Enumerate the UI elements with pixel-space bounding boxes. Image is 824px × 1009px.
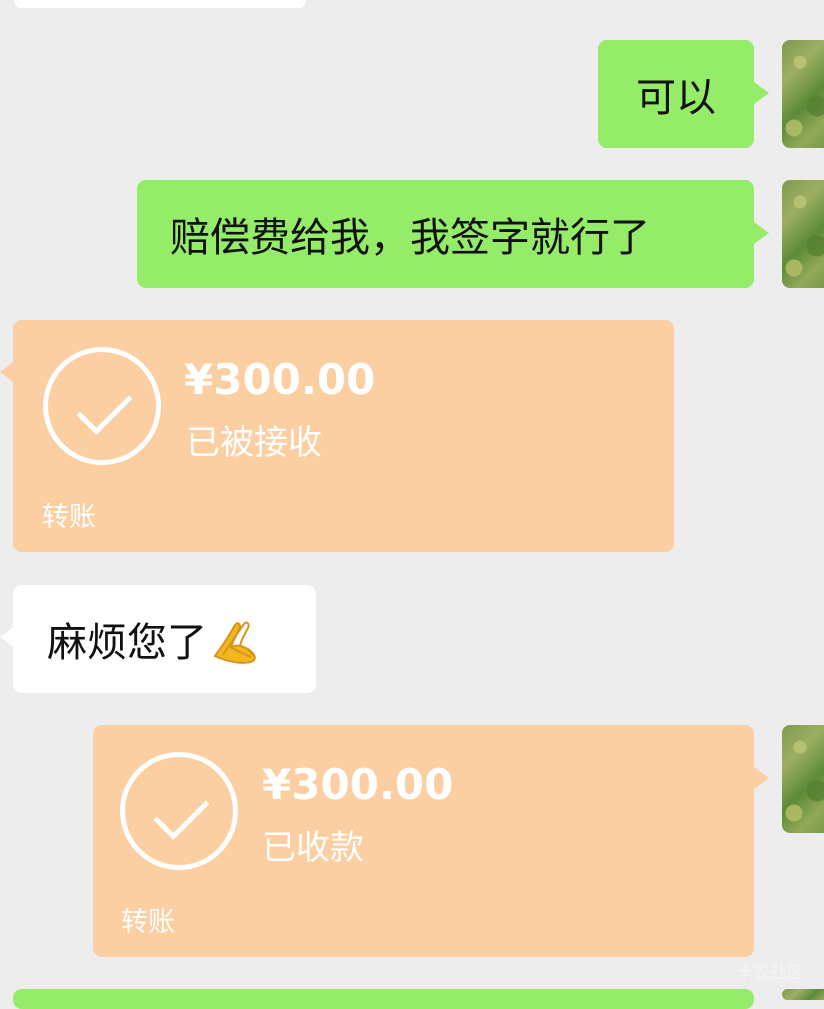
partial-message-bubble[interactable] [14, 0, 306, 8]
message-text: 麻烦您了 [47, 620, 207, 666]
partial-message-bubble[interactable] [13, 989, 754, 1009]
received-message-bubble[interactable]: 麻烦您了 [13, 585, 316, 693]
transfer-bubble[interactable]: ¥300.00 已被接收 转账 [13, 320, 674, 552]
sent-message-bubble[interactable]: 可以 [598, 40, 754, 148]
transfer-label: 转账 [42, 502, 96, 533]
transfer-check-icon [43, 347, 161, 465]
transfer-status: 已被接收 [186, 423, 322, 463]
avatar[interactable] [782, 989, 824, 1000]
avatar[interactable] [782, 725, 824, 833]
avatar[interactable] [782, 180, 824, 288]
transfer-amount: ¥300.00 [262, 760, 454, 809]
transfer-bubble[interactable]: ¥300.00 已收款 转账 [93, 725, 754, 957]
bubble-tail [754, 767, 769, 789]
avatar[interactable] [782, 40, 824, 148]
bubble-tail [754, 82, 769, 104]
watermark: 卡农社区 [736, 963, 804, 983]
palms-together-icon [209, 617, 261, 665]
sent-message-bubble[interactable]: 赔偿费给我，我签字就行了 [137, 180, 754, 288]
transfer-amount: ¥300.00 [184, 355, 376, 404]
bubble-tail [0, 361, 15, 383]
message-text: 赔偿费给我，我签字就行了 [170, 215, 650, 261]
bubble-tail [754, 222, 769, 244]
transfer-check-icon [120, 752, 238, 870]
checkmark-icon [76, 379, 133, 435]
palms-together-svg [213, 621, 256, 664]
transfer-status: 已收款 [262, 828, 364, 868]
bubble-tail [0, 626, 15, 648]
checkmark-icon [153, 784, 210, 840]
message-text: 可以 [636, 75, 716, 121]
transfer-label: 转账 [121, 907, 175, 938]
